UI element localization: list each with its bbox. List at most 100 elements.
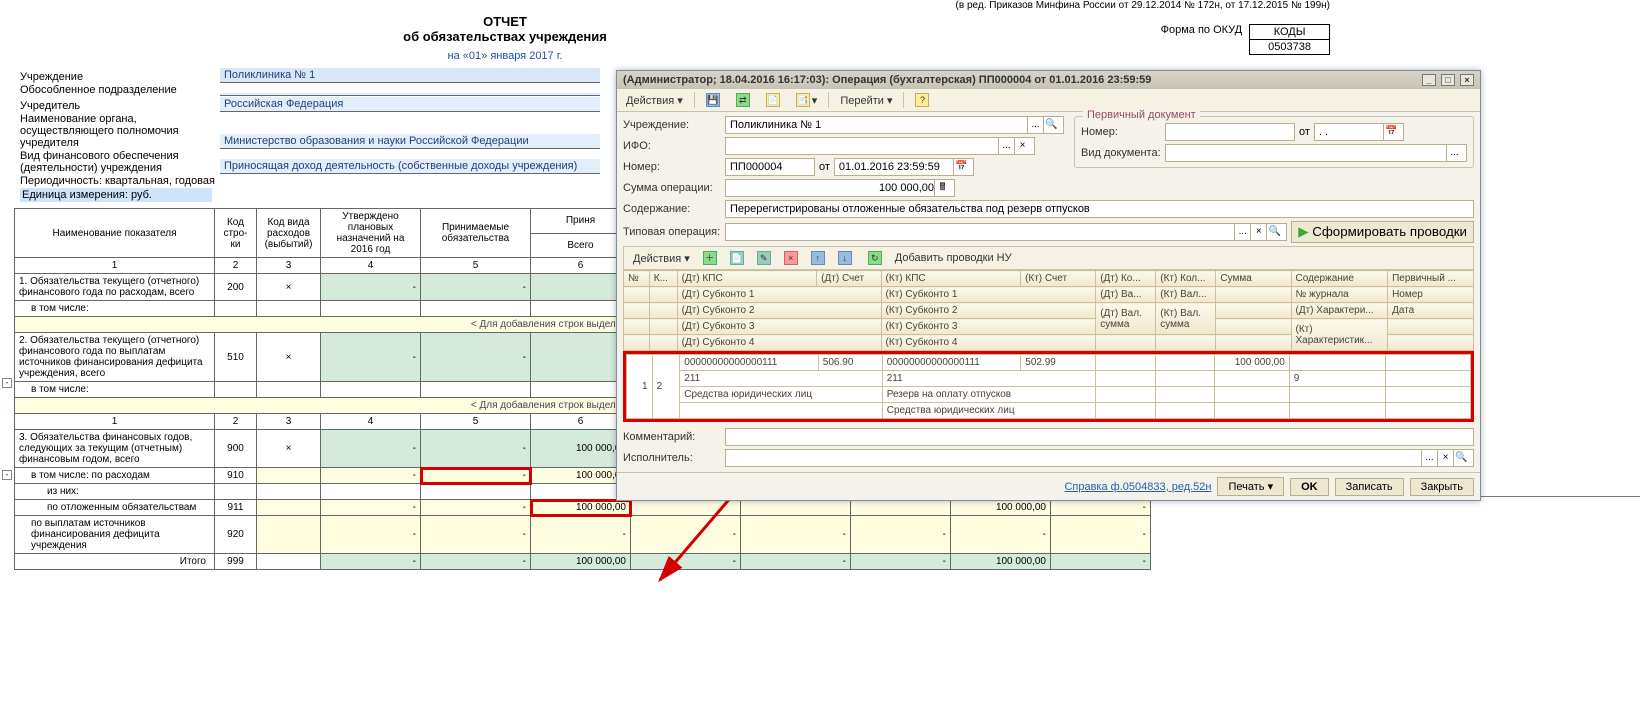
- input-prim-num[interactable]: [1165, 123, 1295, 141]
- window-title: (Администратор; 18.04.2016 16:17:03): Оп…: [623, 74, 1151, 86]
- copy-row-icon[interactable]: 📄: [725, 249, 749, 267]
- input-exec[interactable]: ...×🔍: [725, 449, 1474, 467]
- row-510-code: 510: [215, 333, 257, 382]
- row-510-name: 2. Обязательства текущего (отчетного) фи…: [15, 333, 215, 382]
- label-subdiv: Обособленное подразделение: [20, 84, 220, 96]
- search-icon[interactable]: 🔍: [1043, 117, 1059, 133]
- input-num[interactable]: ПП000004: [725, 158, 815, 176]
- label-comment: Комментарий:: [623, 431, 721, 443]
- primary-doc-fieldset: Первичный документ Номер: от . .📅 Вид до…: [1074, 116, 1474, 168]
- th-kind: Код вида расходов (выбытий): [257, 209, 321, 258]
- row-incl-1: в том числе:: [15, 301, 215, 317]
- value-subdiv[interactable]: [220, 93, 600, 96]
- actions2-menu[interactable]: Действия ▾: [628, 250, 695, 267]
- print-button[interactable]: Печать ▾: [1217, 477, 1284, 496]
- value-founder[interactable]: Российская Федерация: [220, 97, 600, 112]
- input-typical[interactable]: ...×🔍: [725, 223, 1287, 241]
- calendar-icon[interactable]: 📅: [953, 159, 969, 175]
- colnum-3: 3: [257, 258, 321, 274]
- input-inst[interactable]: Поликлиника № 1...🔍: [725, 116, 1064, 134]
- value-institution[interactable]: Поликлиника № 1: [220, 68, 600, 83]
- th-name: Наименование показателя: [15, 209, 215, 258]
- label-sum: Сумма операции:: [623, 182, 721, 194]
- label-founder: Учредитель: [20, 100, 220, 112]
- row-incl-2: в том числе:: [15, 382, 215, 398]
- regulation-note: (в ред. Приказов Минфина России от 29.12…: [956, 0, 1330, 11]
- input-sum[interactable]: 100 000,00🖩: [725, 179, 955, 197]
- dialog-footer: Справка ф.0504833, ред.52н Печать ▾ OK З…: [617, 472, 1480, 500]
- operation-dialog: (Администратор; 18.04.2016 16:17:03): Оп…: [616, 70, 1481, 501]
- row-910-name: в том числе: по расходам: [15, 468, 215, 484]
- row-999-total: 100 000,00: [531, 554, 631, 570]
- row-510-kind: ×: [257, 333, 321, 382]
- row-900-kind: ×: [257, 430, 321, 468]
- input-prim-kind[interactable]: ...: [1165, 144, 1467, 162]
- goto-based-icon[interactable]: 📑▾: [791, 91, 823, 109]
- label-ifo: ИФО:: [623, 140, 721, 152]
- input-comment[interactable]: [725, 428, 1474, 446]
- label-exec: Исполнитель:: [623, 452, 721, 464]
- label-prim-from: от: [1299, 126, 1310, 138]
- value-authority[interactable]: Министерство образования и науки Российс…: [220, 134, 600, 149]
- save-icon[interactable]: 💾: [701, 91, 725, 109]
- down-icon[interactable]: ↓: [833, 249, 857, 267]
- value-fintype[interactable]: Приносящая доход деятельность (собственн…: [220, 159, 600, 174]
- select-icon[interactable]: ...: [1027, 117, 1043, 133]
- codes-header: КОДЫ: [1250, 25, 1330, 40]
- save-button[interactable]: Записать: [1335, 478, 1404, 496]
- report-date: на «01» января 2017 г.: [200, 50, 810, 62]
- toolbar-main: Действия ▾ 💾 ⇄ 📄 📑▾ Перейти ▾ ?: [617, 89, 1480, 112]
- collapse-icon[interactable]: -: [2, 378, 12, 388]
- okud-value: 0503738: [1250, 40, 1330, 55]
- goto-menu[interactable]: Перейти ▾: [835, 92, 897, 109]
- primary-legend: Первичный документ: [1083, 109, 1200, 121]
- row-900-name: 3. Обязательства финансовых годов, следу…: [15, 430, 215, 468]
- label-inst: Учреждение:: [623, 119, 721, 131]
- refresh-icon[interactable]: ↻: [863, 249, 887, 267]
- add-icon[interactable]: ＋: [698, 249, 722, 267]
- th-code: Код стро-ки: [215, 209, 257, 258]
- row-920-name: по выплатам источников финансирования де…: [15, 516, 215, 554]
- divider-line: [1480, 496, 1640, 497]
- input-date[interactable]: 01.01.2016 23:59:59📅: [834, 158, 974, 176]
- wiring-data-highlight: 1 2 00000000000000111506.90 000000000000…: [623, 351, 1474, 422]
- window-titlebar[interactable]: (Администратор; 18.04.2016 16:17:03): Оп…: [617, 71, 1480, 89]
- report-title-2: об обязательствах учреждения: [200, 29, 810, 44]
- row-910-of: из них:: [15, 484, 215, 500]
- minimize-icon[interactable]: _: [1422, 74, 1436, 86]
- wiring-row-1[interactable]: 1 2 00000000000000111506.90 000000000000…: [627, 355, 1471, 371]
- label-authority: Наименование органа, осуществляющего пол…: [20, 113, 220, 149]
- help-icon[interactable]: ?: [910, 91, 934, 109]
- th-plan: Утверждено плановых назначений на 2016 г…: [321, 209, 421, 258]
- up-icon[interactable]: ↑: [806, 249, 830, 267]
- row-910-code: 910: [215, 468, 257, 484]
- label-prim-num: Номер:: [1081, 126, 1161, 138]
- calendar-icon[interactable]: 📅: [1383, 124, 1399, 140]
- ok-button[interactable]: OK: [1290, 478, 1329, 496]
- close-button[interactable]: Закрыть: [1410, 478, 1474, 496]
- delete-icon[interactable]: ×: [779, 249, 803, 267]
- colnum-1: 1: [15, 258, 215, 274]
- reread-icon[interactable]: ⇄: [731, 91, 755, 109]
- input-ifo[interactable]: ...×: [725, 137, 1035, 155]
- copy-icon[interactable]: 📄: [761, 91, 785, 109]
- maximize-icon[interactable]: □: [1441, 74, 1455, 86]
- add-nu-button[interactable]: Добавить проводки НУ: [890, 250, 1017, 266]
- calc-icon[interactable]: 🖩: [934, 180, 950, 196]
- row-900-code: 900: [215, 430, 257, 468]
- input-prim-date[interactable]: . .📅: [1314, 123, 1404, 141]
- label-from: от: [819, 161, 830, 173]
- collapse-icon[interactable]: -: [2, 470, 12, 480]
- edit-icon[interactable]: ✎: [752, 249, 776, 267]
- generate-wiring-button[interactable]: ▶ Сформировать проводки: [1291, 221, 1474, 243]
- row-200-code: 200: [215, 274, 257, 301]
- label-institution: Учреждение: [20, 71, 220, 83]
- okud-label: Форма по ОКУД: [1161, 24, 1247, 36]
- wiring-grid[interactable]: №К... (Дт) КПС(Дт) Счет (Кт) КПС(Кт) Сче…: [623, 270, 1474, 351]
- row-999-name: Итого: [15, 554, 215, 570]
- actions-menu[interactable]: Действия ▾: [621, 92, 688, 109]
- help-link[interactable]: Справка ф.0504833, ред.52н: [1064, 481, 1211, 493]
- input-content[interactable]: Перерегистрированы отложенные обязательс…: [725, 200, 1474, 218]
- codes-box: Форма по ОКУД КОДЫ 0503738: [1161, 24, 1330, 55]
- close-icon[interactable]: ×: [1460, 74, 1474, 86]
